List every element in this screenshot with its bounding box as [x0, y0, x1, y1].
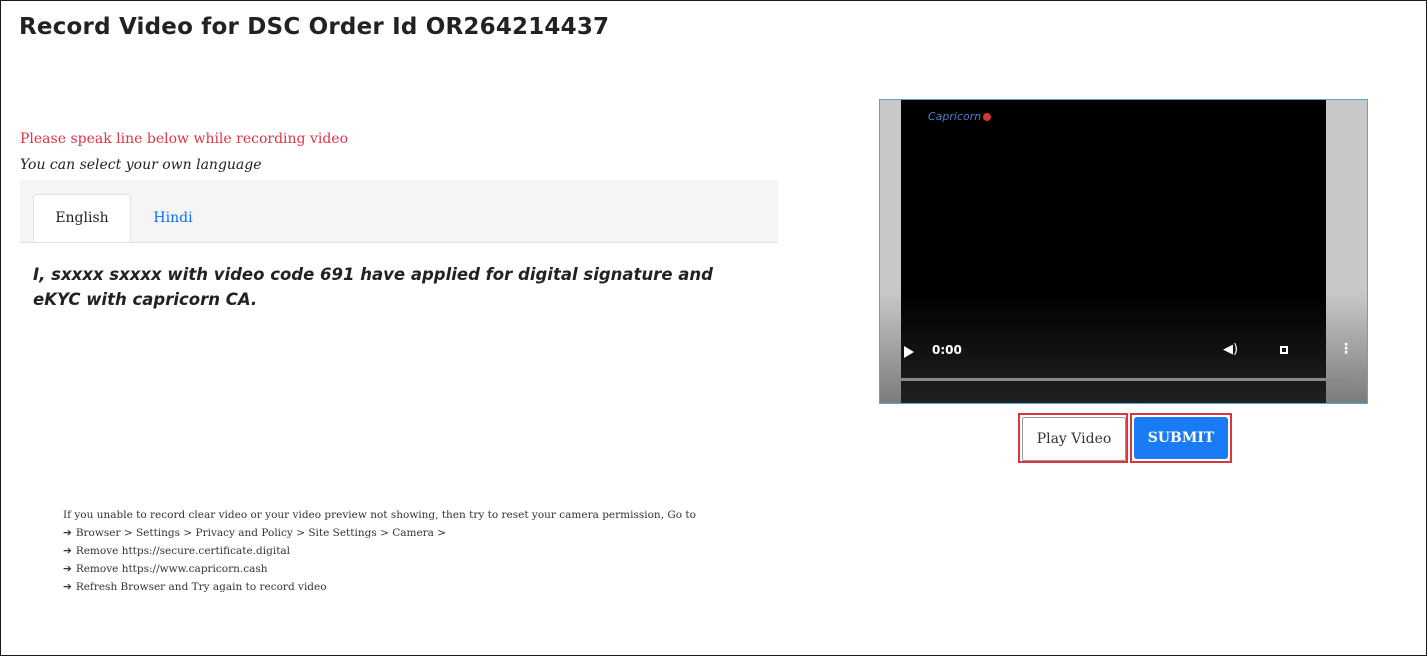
camera-help: If you unable to record clear video or y…: [63, 506, 696, 596]
help-step: ➔ Browser > Settings > Privacy and Policy…: [63, 527, 447, 539]
capricorn-logo: Capricorn: [928, 110, 992, 123]
volume-icon[interactable]: ◀): [1223, 342, 1238, 357]
help-step: ➔ Remove https://www.capricorn.cash: [63, 563, 268, 575]
logo-mark-icon: [983, 113, 992, 121]
help-step: ➔ Refresh Browser and Try again to record…: [63, 581, 327, 593]
speak-instruction: Please speak line below while recording …: [20, 131, 349, 147]
time-display: 0:00: [932, 343, 962, 357]
arrow-right-icon: ➔: [63, 527, 72, 539]
video-player[interactable]: Capricorn 0:00 ◀) ⋮: [879, 99, 1368, 404]
arrow-right-icon: ➔: [63, 545, 72, 557]
page-title: Record Video for DSC Order Id OR26421443…: [19, 14, 610, 40]
arrow-right-icon: ➔: [63, 563, 72, 575]
help-step: ➔ Remove https://secure.certificate.digit…: [63, 545, 291, 557]
language-tabs: English Hindi: [20, 180, 778, 243]
play-icon[interactable]: [904, 346, 914, 358]
fullscreen-icon[interactable]: [1280, 346, 1288, 354]
submit-button[interactable]: SUBMIT: [1134, 417, 1228, 459]
play-video-button[interactable]: Play Video: [1022, 417, 1126, 461]
speech-text: I, sxxxx sxxxx with video code 691 have …: [33, 265, 713, 309]
help-intro: If you unable to record clear video or y…: [63, 509, 696, 521]
language-hint: You can select your own language: [20, 157, 262, 173]
video-progress-bar[interactable]: [900, 378, 1350, 381]
tab-hindi[interactable]: Hindi: [138, 194, 208, 242]
more-options-icon[interactable]: ⋮: [1339, 341, 1353, 357]
arrow-right-icon: ➔: [63, 581, 72, 593]
tab-english[interactable]: English: [33, 194, 131, 242]
